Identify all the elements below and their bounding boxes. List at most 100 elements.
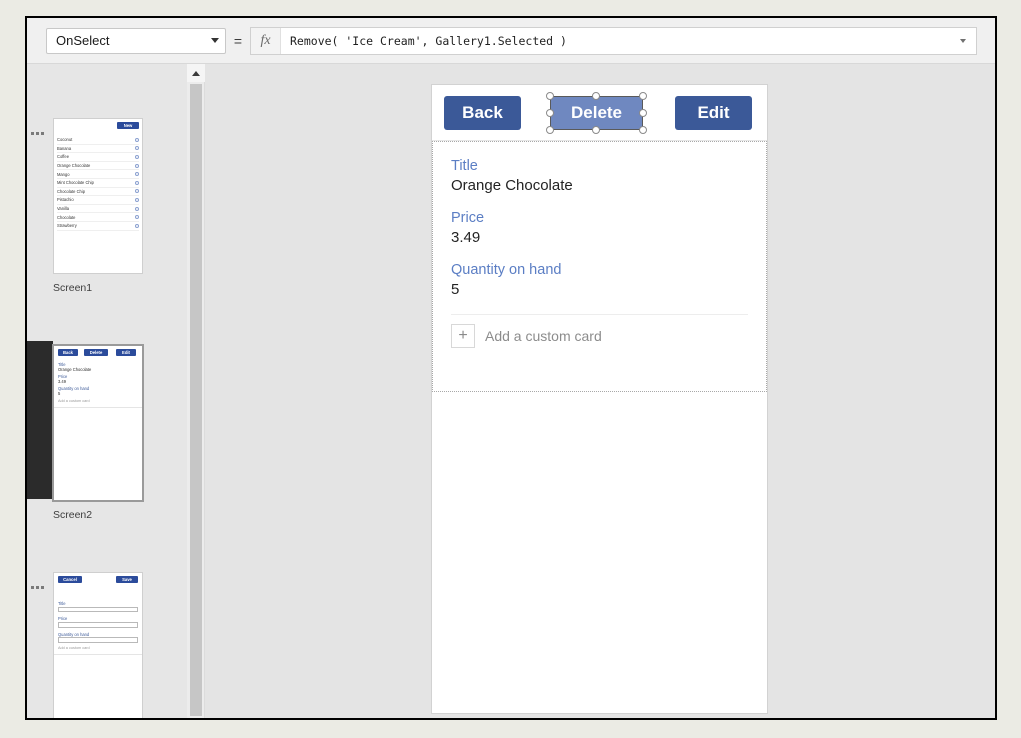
resize-handle-nw[interactable]	[546, 92, 554, 100]
mini-text-input	[58, 606, 138, 613]
mini-back-button: Back	[58, 349, 78, 356]
mini-field-label: Quantity on hand	[58, 631, 90, 637]
mini-save-button: Save	[116, 576, 138, 583]
screen-context-menu-icon[interactable]	[31, 132, 45, 138]
chevron-down-icon	[211, 38, 219, 43]
list-item: Vanilla	[57, 205, 139, 214]
list-item: Orange Chocolate	[57, 162, 139, 171]
canvas-area[interactable]: Back Delete Edit Title Orange Chocolate	[205, 64, 995, 718]
mini-edit-form: Title Price Quantity on hand	[54, 589, 142, 643]
screens-rail-scrollbar[interactable]	[187, 64, 205, 718]
field-label-price: Price	[451, 210, 485, 226]
list-item: Coffee	[57, 153, 139, 162]
chevron-right-icon	[135, 154, 139, 159]
mini-field-label: Price	[58, 616, 68, 622]
list-item-label: Mint Chocolate Chip	[57, 180, 94, 186]
add-custom-card-row[interactable]: + Add a custom card	[451, 314, 748, 348]
list-item-label: Coffee	[57, 154, 69, 160]
chevron-right-icon	[135, 223, 139, 228]
plus-icon: +	[451, 324, 475, 348]
resize-handle-e[interactable]	[639, 109, 647, 117]
screen-preview-2[interactable]: Back Delete Edit Title Orange Chocolate …	[53, 345, 143, 501]
equals-label: =	[233, 32, 243, 49]
chevron-up-icon	[192, 70, 200, 76]
list-item-label: Orange Chocolate	[57, 163, 91, 169]
list-item: Mint Chocolate Chip	[57, 179, 139, 188]
field-label-title: Title	[451, 158, 478, 174]
list-item: Mango	[57, 170, 139, 179]
chevron-right-icon	[135, 172, 139, 177]
app-canvas[interactable]: Back Delete Edit Title Orange Chocolate	[431, 84, 768, 714]
field-label-quantity: Quantity on hand	[451, 262, 562, 278]
chevron-right-icon	[135, 215, 139, 220]
screen-selected-indicator	[27, 341, 53, 499]
mini-text-input	[58, 622, 138, 628]
screen-preview-3[interactable]: Cancel Save Title Price Quantity on hand…	[53, 572, 143, 718]
list-item-label: Chocolate	[57, 214, 76, 220]
formula-input-wrapper[interactable]: fx Remove( 'Ice Cream', Gallery1.Selecte…	[250, 26, 977, 55]
mini-cancel-button: Cancel	[58, 576, 82, 583]
fx-icon[interactable]: fx	[251, 27, 281, 54]
field-value-price: 3.49	[451, 229, 481, 246]
list-item-label: Mango	[57, 171, 70, 177]
screens-rail[interactable]: New Coconut Banana Coffee Orange Chocola…	[27, 64, 187, 718]
resize-handle-sw[interactable]	[546, 126, 554, 134]
list-item: Chocolate	[57, 213, 139, 222]
list-item-label: Pistachio	[57, 197, 74, 203]
list-item-label: Strawberry	[57, 223, 77, 229]
chevron-right-icon	[135, 189, 139, 194]
chevron-right-icon	[135, 197, 139, 202]
chevron-right-icon	[135, 137, 139, 142]
mini-gallery-list: Coconut Banana Coffee Orange Chocolate M…	[54, 135, 142, 231]
formula-input[interactable]: Remove( 'Ice Cream', Gallery1.Selected )	[281, 28, 950, 54]
field-value-title: Orange Chocolate	[451, 177, 573, 194]
resize-handle-se[interactable]	[639, 126, 647, 134]
add-custom-card-label: Add a custom card	[485, 328, 602, 344]
resize-handle-n[interactable]	[592, 92, 600, 100]
property-dropdown[interactable]: OnSelect	[46, 27, 226, 54]
chevron-right-icon	[135, 180, 139, 185]
edit-button[interactable]: Edit	[675, 96, 752, 130]
list-item-label: Vanilla	[57, 206, 69, 212]
display-form[interactable]: Title Orange Chocolate Price 3.49 Quanti…	[432, 141, 767, 392]
mini-add-card-label: Add a custom card	[58, 645, 90, 650]
list-item: Strawberry	[57, 222, 139, 231]
mini-form: Title Orange Chocolate Price 3.49 Quanti…	[54, 362, 142, 396]
chevron-right-icon	[135, 146, 139, 151]
mini-new-button: New	[117, 122, 139, 129]
mini-field-value: 3.49	[58, 379, 66, 384]
list-item: Coconut	[57, 136, 139, 145]
studio-body: New Coconut Banana Coffee Orange Chocola…	[27, 64, 995, 718]
list-item-label: Coconut	[57, 137, 73, 143]
list-item: Banana	[57, 145, 139, 154]
resize-handle-ne[interactable]	[639, 92, 647, 100]
scroll-up-button[interactable]	[187, 64, 205, 82]
screen-label-2: Screen2	[53, 509, 93, 521]
list-item: Pistachio	[57, 196, 139, 205]
screen-label-1: Screen1	[53, 282, 93, 294]
back-button[interactable]: Back	[444, 96, 521, 130]
resize-handle-s[interactable]	[592, 126, 600, 134]
resize-handle-w[interactable]	[546, 109, 554, 117]
canvas-button-bar: Back Delete Edit	[432, 85, 767, 141]
property-dropdown-value: OnSelect	[56, 33, 110, 48]
list-item-label: Chocolate Chip	[57, 188, 85, 194]
formula-bar: OnSelect = fx Remove( 'Ice Cream', Galle…	[27, 18, 995, 64]
list-item-label: Banana	[57, 145, 72, 151]
list-item: Chocolate Chip	[57, 188, 139, 197]
screen-preview-1[interactable]: New Coconut Banana Coffee Orange Chocola…	[53, 118, 143, 274]
chevron-right-icon	[135, 163, 139, 168]
mini-field-value: Orange Chocolate	[58, 367, 92, 372]
scrollbar-thumb[interactable]	[190, 84, 202, 716]
mini-delete-button: Delete	[84, 349, 108, 356]
mini-edit-button: Edit	[116, 349, 136, 356]
delete-button[interactable]: Delete	[550, 96, 643, 130]
power-apps-studio-window: OnSelect = fx Remove( 'Ice Cream', Galle…	[25, 16, 997, 720]
mini-add-card-label: Add a custom card	[58, 399, 90, 403]
field-value-quantity: 5	[451, 281, 460, 298]
chevron-down-icon	[960, 38, 966, 43]
mini-field-label: Title	[58, 601, 66, 606]
screen-context-menu-icon[interactable]	[31, 586, 45, 592]
chevron-right-icon	[135, 206, 139, 211]
formula-expand-button[interactable]	[950, 28, 976, 54]
